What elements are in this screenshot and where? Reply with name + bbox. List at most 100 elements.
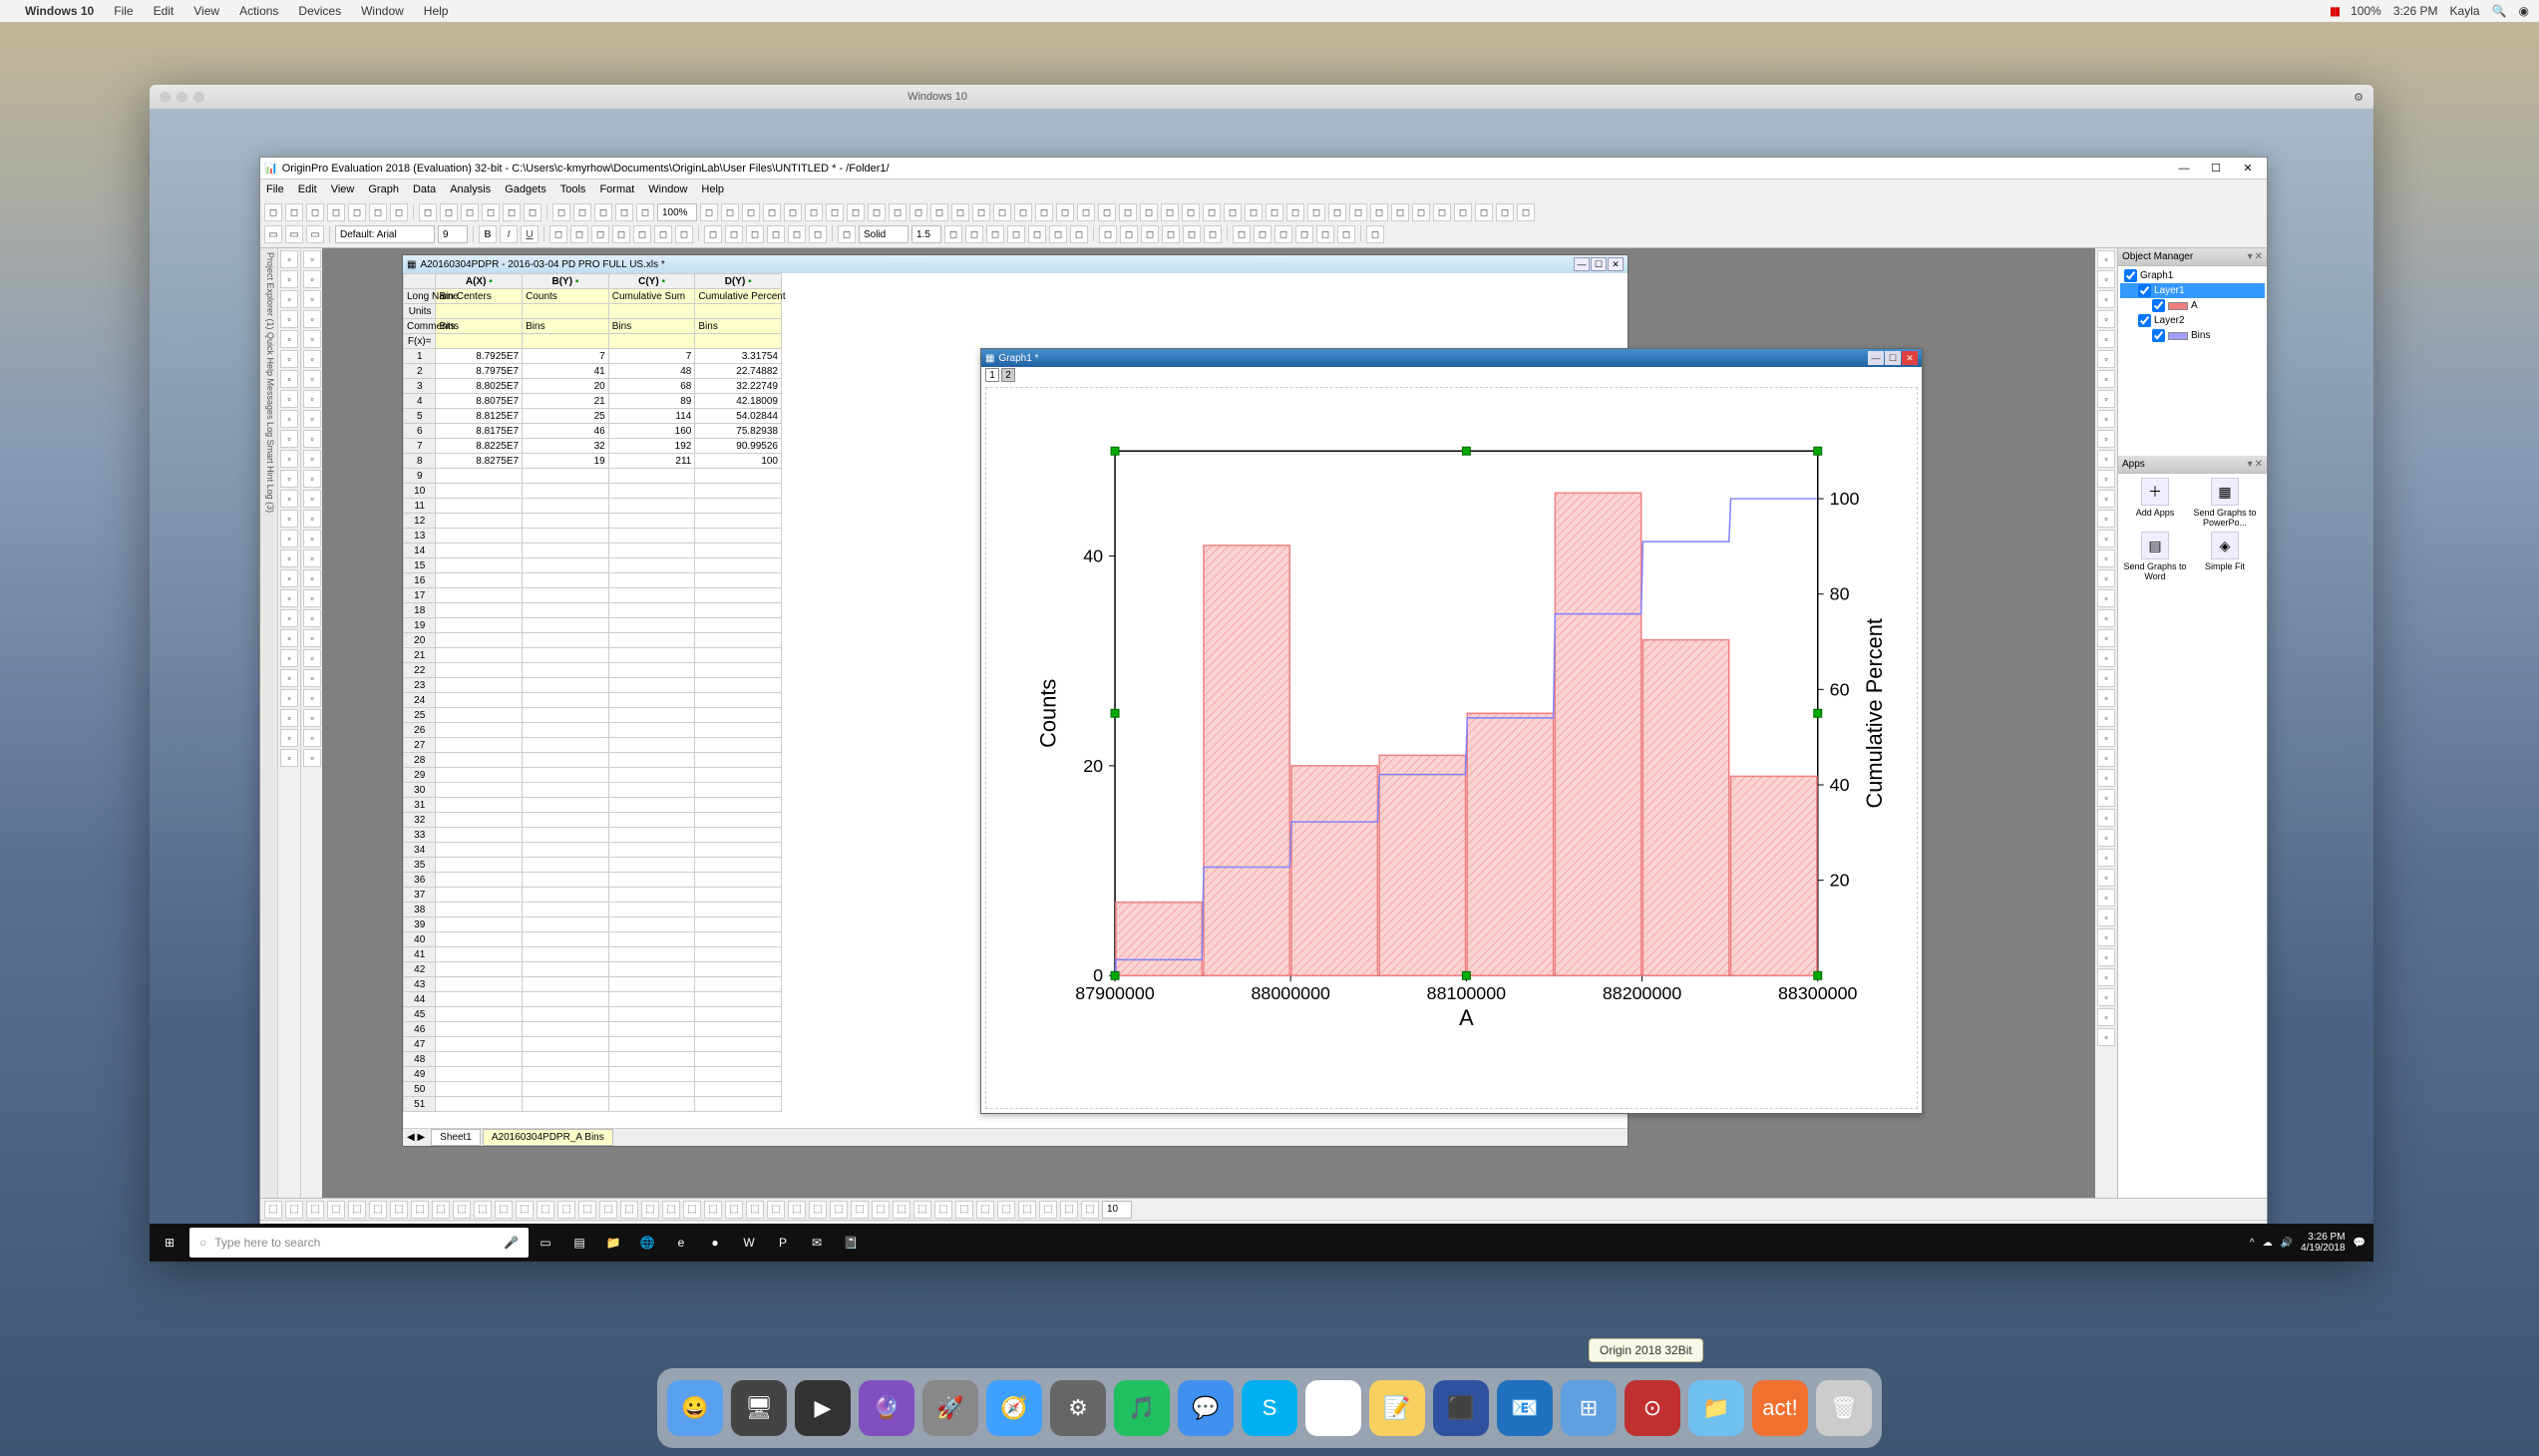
close-button[interactable]: ✕ — [1902, 351, 1918, 365]
tool-button[interactable]: ▫ — [280, 729, 298, 747]
mac-app-name[interactable]: Windows 10 — [25, 4, 94, 18]
tool-button[interactable]: ◻ — [633, 225, 651, 243]
tool-button[interactable]: ▫ — [280, 689, 298, 707]
tool-button[interactable]: ▫ — [2097, 789, 2115, 807]
layer-tab-1[interactable]: 1 — [985, 368, 999, 382]
tool-button[interactable]: ◻ — [889, 203, 907, 221]
plot-tool-button[interactable]: ⬚ — [725, 1201, 743, 1219]
tool-button[interactable]: ▫ — [303, 290, 321, 308]
tool-button[interactable]: ◻ — [1014, 203, 1032, 221]
tool-button[interactable]: ▫ — [303, 450, 321, 468]
dock-app[interactable]: act! — [1752, 1380, 1808, 1436]
bottom-num-input[interactable] — [1102, 1201, 1132, 1219]
tool-button[interactable]: ◻ — [1328, 203, 1346, 221]
tool-button[interactable]: ▭ — [264, 225, 282, 243]
tool-button[interactable]: ◻ — [742, 203, 760, 221]
tool-button[interactable]: ◻ — [1517, 203, 1535, 221]
tool-button[interactable]: ◻ — [348, 203, 366, 221]
taskview-icon[interactable]: ▭ — [529, 1226, 562, 1260]
mac-menu-help[interactable]: Help — [424, 4, 449, 18]
tool-button[interactable]: ▫ — [2097, 290, 2115, 308]
mac-menu-file[interactable]: File — [114, 4, 133, 18]
tool-button[interactable]: ◻ — [1182, 203, 1200, 221]
tool-button[interactable]: ◻ — [440, 203, 458, 221]
tool-button[interactable]: ▫ — [280, 390, 298, 408]
dock-app[interactable]: 🚀 — [922, 1380, 978, 1436]
tool-button[interactable]: ◻ — [746, 225, 764, 243]
worksheet-titlebar[interactable]: ▦ A20160304PDPR - 2016-03-04 PD PRO FULL… — [403, 255, 1628, 273]
underline-button[interactable]: U — [521, 225, 539, 243]
siri-icon[interactable]: ◉ — [2519, 4, 2529, 18]
tool-button[interactable]: ▫ — [280, 270, 298, 288]
apps-header[interactable]: Apps ▾✕ — [2118, 456, 2267, 474]
plot-tool-button[interactable]: ⬚ — [809, 1201, 827, 1219]
tool-button[interactable]: ▫ — [280, 709, 298, 727]
tool-button[interactable]: ▫ — [280, 549, 298, 567]
tool-button[interactable]: ▫ — [303, 589, 321, 607]
tool-button[interactable]: ◻ — [847, 203, 865, 221]
tool-button[interactable]: ▭ — [306, 225, 324, 243]
tool-button[interactable]: ◻ — [1140, 203, 1158, 221]
plot-tool-button[interactable]: ⬚ — [453, 1201, 471, 1219]
system-tray[interactable]: ^ ☁ 🔊 3:26 PM 4/19/2018 💬 — [2242, 1232, 2373, 1254]
sheet-tab[interactable]: Sheet1 — [431, 1129, 481, 1146]
tool-button[interactable]: ◻ — [1366, 225, 1384, 243]
tool-button[interactable]: ▫ — [2097, 250, 2115, 268]
plot-tool-button[interactable]: ⬚ — [1018, 1201, 1036, 1219]
dock-app[interactable]: 📧 — [1497, 1380, 1553, 1436]
tool-button[interactable]: ◻ — [573, 203, 591, 221]
tool-button[interactable]: ◻ — [868, 203, 886, 221]
tool-button[interactable]: ▫ — [280, 470, 298, 488]
search-icon[interactable]: 🔍 — [2492, 4, 2507, 18]
graph-titlebar[interactable]: ▦ Graph1 * — ☐ ✕ — [981, 349, 1922, 367]
plot-tool-button[interactable]: ⬚ — [662, 1201, 680, 1219]
tool-button[interactable]: ▫ — [2097, 270, 2115, 288]
origin-menu-data[interactable]: Data — [413, 183, 436, 195]
tool-button[interactable]: ▫ — [2097, 549, 2115, 567]
tool-button[interactable]: ◻ — [838, 225, 856, 243]
plot-tool-button[interactable]: ⬚ — [516, 1201, 534, 1219]
tool-button[interactable]: ▫ — [303, 749, 321, 767]
minimize-button[interactable]: — — [1868, 351, 1884, 365]
dock-app[interactable]: 📁 — [1688, 1380, 1744, 1436]
tool-button[interactable]: ◻ — [1056, 203, 1074, 221]
origin-menu-window[interactable]: Window — [648, 183, 687, 195]
tool-button[interactable]: ◻ — [419, 203, 437, 221]
plot-tool-button[interactable]: ⬚ — [327, 1201, 345, 1219]
tool-button[interactable]: ▫ — [280, 310, 298, 328]
tool-button[interactable]: ▫ — [2097, 310, 2115, 328]
tool-button[interactable]: ◻ — [944, 225, 962, 243]
dock-app[interactable]: 😀 — [667, 1380, 723, 1436]
zoom-input[interactable] — [657, 203, 697, 221]
dock-app[interactable]: 💬 — [1178, 1380, 1234, 1436]
tool-button[interactable]: ▫ — [303, 709, 321, 727]
font-selector[interactable] — [335, 225, 435, 243]
tool-button[interactable]: ▫ — [303, 310, 321, 328]
tool-button[interactable]: ▫ — [2097, 350, 2115, 368]
mac-user[interactable]: Kayla — [2450, 4, 2480, 18]
tool-button[interactable]: ◻ — [1204, 225, 1222, 243]
tool-button[interactable]: ◻ — [390, 203, 408, 221]
tool-button[interactable]: ◻ — [805, 203, 823, 221]
tool-button[interactable]: ▫ — [2097, 490, 2115, 508]
tool-button[interactable]: ◻ — [763, 203, 781, 221]
tool-button[interactable]: ◻ — [1433, 203, 1451, 221]
column-header[interactable]: D(Y) ▪ — [695, 274, 782, 289]
tool-button[interactable]: ▫ — [303, 609, 321, 627]
layer-tab-2[interactable]: 2 — [1001, 368, 1015, 382]
tool-button[interactable]: ▫ — [2097, 330, 2115, 348]
pin-icon[interactable]: ▾ — [2248, 251, 2253, 262]
tool-button[interactable]: ▫ — [280, 629, 298, 647]
tool-button[interactable]: ◻ — [1183, 225, 1201, 243]
tool-button[interactable]: ▫ — [2097, 450, 2115, 468]
tool-button[interactable]: ▫ — [280, 290, 298, 308]
tool-button[interactable]: ▫ — [2097, 510, 2115, 528]
mac-menu-actions[interactable]: Actions — [239, 4, 278, 18]
tool-button[interactable]: ◻ — [1119, 203, 1137, 221]
tool-button[interactable]: ◻ — [1203, 203, 1221, 221]
dock-app[interactable]: ⊙ — [1625, 1380, 1680, 1436]
dock-app[interactable]: ▶ — [795, 1380, 851, 1436]
taskbar-app[interactable]: ▤ — [562, 1226, 596, 1260]
tool-button[interactable]: ◻ — [369, 203, 387, 221]
tool-button[interactable]: ◻ — [1161, 203, 1179, 221]
